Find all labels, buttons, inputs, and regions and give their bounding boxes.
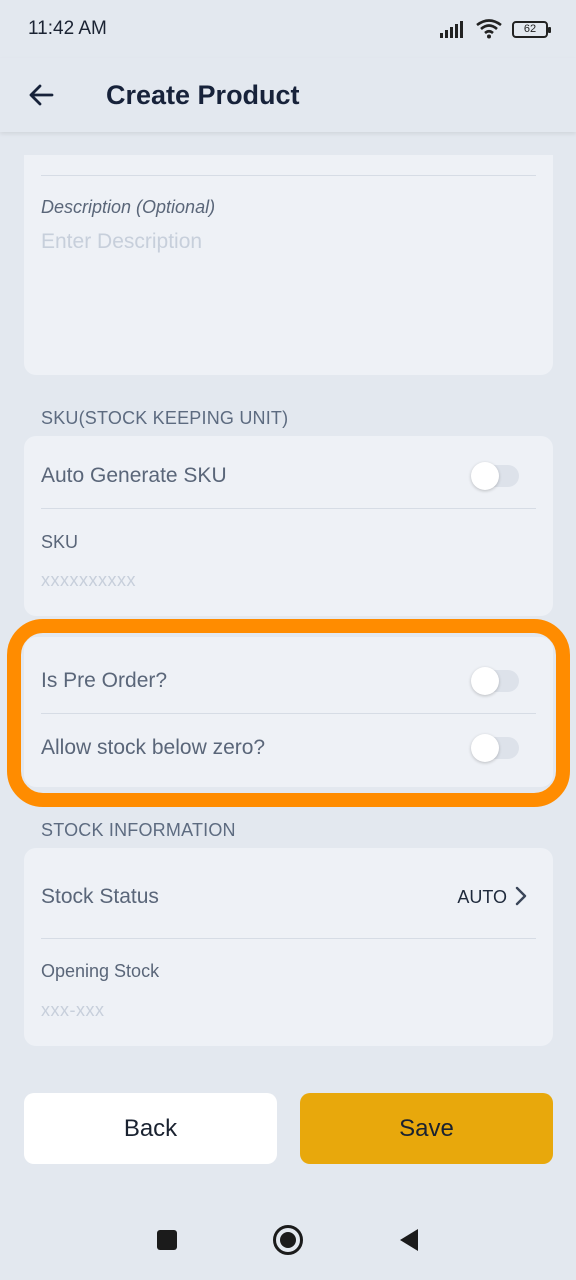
toggle-knob — [471, 734, 499, 762]
opening-stock-label: Opening Stock — [41, 961, 160, 981]
system-nav-bar — [0, 1200, 576, 1280]
order-options-card: Is Pre Order? Allow stock below zero? — [24, 637, 553, 787]
divider — [41, 175, 536, 176]
description-label: Description (Optional) — [41, 197, 216, 217]
sku-label: SKU — [41, 532, 79, 552]
back-button[interactable]: Back — [24, 1093, 277, 1164]
recents-square-icon[interactable] — [156, 1229, 178, 1251]
opening-stock-input[interactable]: xxx-xxx — [41, 1000, 105, 1021]
status-bar: 11:42 AM 62 — [0, 0, 576, 58]
stock-card: Stock Status AUTO Opening Stock xxx-xxx — [24, 848, 553, 1046]
description-input[interactable]: Enter Description — [41, 230, 202, 254]
description-card[interactable]: Description (Optional) Enter Description — [24, 155, 553, 375]
toggle-knob — [471, 462, 499, 490]
chevron-right-icon — [515, 886, 527, 906]
signal-icon — [440, 21, 463, 38]
stock-section-heading: STOCK INFORMATION — [41, 820, 236, 840]
divider — [41, 713, 536, 714]
battery-icon: 62 — [512, 20, 551, 38]
auto-generate-sku-toggle[interactable] — [471, 462, 519, 490]
stock-status-label: Stock Status — [41, 885, 159, 908]
status-time: 11:42 AM — [28, 18, 107, 39]
pre-order-label: Is Pre Order? — [41, 669, 168, 692]
stock-status-value: AUTO — [457, 887, 507, 907]
toggle-knob — [471, 667, 499, 695]
pre-order-toggle[interactable] — [471, 667, 519, 695]
status-icons: 62 — [440, 19, 551, 39]
sku-section-heading: SKU(STOCK KEEPING UNIT) — [41, 408, 289, 428]
page-title: Create Product — [106, 79, 300, 110]
auto-generate-sku-label: Auto Generate SKU — [41, 464, 227, 487]
sku-input[interactable]: xxxxxxxxxx — [41, 570, 136, 591]
back-arrow-icon[interactable] — [27, 81, 55, 109]
stock-status-row[interactable]: Stock Status AUTO — [24, 848, 553, 938]
sku-card: Auto Generate SKU SKU xxxxxxxxxx — [24, 436, 553, 616]
allow-below-zero-label: Allow stock below zero? — [41, 736, 266, 759]
app-bar: Create Product — [0, 58, 576, 132]
back-triangle-icon[interactable] — [398, 1228, 420, 1252]
save-button[interactable]: Save — [300, 1093, 553, 1164]
divider — [41, 508, 536, 509]
wifi-icon — [476, 19, 502, 39]
divider — [41, 938, 536, 939]
home-circle-icon[interactable] — [272, 1224, 304, 1256]
allow-below-zero-toggle[interactable] — [471, 734, 519, 762]
